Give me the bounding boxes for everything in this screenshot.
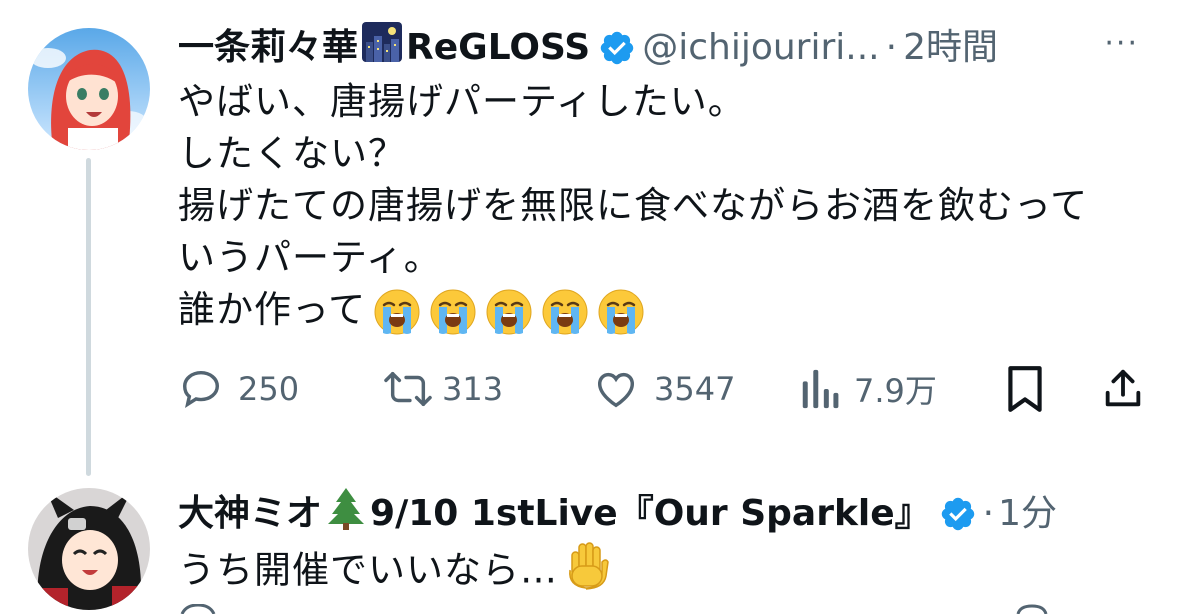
tweet1-header: 一条莉々華 ReGLOSS @ichijouriri... · 2時間 <box>178 20 998 75</box>
avatar-ookami-mio[interactable] <box>28 488 150 610</box>
raised-hand-emoji-icon <box>564 540 610 604</box>
tweet2-header: 大神ミオ 9/10 1stLive『Our Sparkle』 · 1分 <box>178 486 1057 541</box>
tweet1-separator: · <box>885 26 898 68</box>
tweet2-share-icon-partial[interactable] <box>1012 604 1052 614</box>
crying-emoji-row <box>366 288 646 334</box>
share-icon <box>1105 369 1141 407</box>
views-button[interactable]: 7.9万 <box>800 366 937 412</box>
tweet1-body: やばい、唐揚げパーティしたい。 したくない？ 揚げたての唐揚げを無限に食べながら… <box>178 76 1088 337</box>
reply-icon <box>182 370 220 409</box>
loudly-crying-face-emoji-icon <box>374 289 420 334</box>
tweet2-display-name-post[interactable]: 9/10 1stLive『Our Sparkle』 <box>370 492 931 536</box>
loudly-crying-face-emoji-icon <box>430 289 476 334</box>
share-button[interactable] <box>1100 364 1146 414</box>
reply-button[interactable]: 250 <box>178 366 299 412</box>
tweet2-separator: · <box>982 492 995 534</box>
tweet1-display-name[interactable]: 一条莉々華 <box>178 26 358 70</box>
bookmark-icon <box>1008 366 1042 412</box>
tweet1-line-5-wrap: 誰か作って <box>178 284 1088 337</box>
like-count: 3547 <box>654 370 736 408</box>
like-icon <box>597 372 635 408</box>
evergreen-tree-emoji-icon <box>326 486 366 541</box>
views-icon <box>802 369 839 409</box>
loudly-crying-face-emoji-icon <box>598 289 644 334</box>
tweet1-group-label[interactable]: ReGLOSS <box>406 26 590 70</box>
views-count: 7.9万 <box>854 372 937 410</box>
tweet1-line-1: やばい、唐揚げパーティしたい。 <box>178 80 746 123</box>
thread-connector-line <box>86 158 91 476</box>
tweet1-timestamp[interactable]: 2時間 <box>903 26 998 70</box>
repost-icon <box>384 371 432 407</box>
night-city-emoji-icon <box>360 20 404 75</box>
tweet2-text: うち開催でいいなら… <box>178 548 558 592</box>
tweet1-line-5: 誰か作って <box>178 288 367 331</box>
loudly-crying-face-emoji-icon <box>542 289 588 334</box>
bookmark-button[interactable] <box>1004 364 1046 414</box>
loudly-crying-face-emoji-icon <box>486 289 532 334</box>
repost-button[interactable]: 313 <box>382 366 503 412</box>
tweet1-line-3: 揚げたての唐揚げを無限に食べながらお酒を飲むって <box>178 184 1089 227</box>
tweet2-timestamp[interactable]: 1分 <box>998 492 1057 536</box>
verified-badge-icon <box>939 495 977 533</box>
tweet1-action-bar: 250 313 3547 7.9万 <box>178 362 1148 414</box>
repost-count: 313 <box>442 370 504 408</box>
tweet2-reply-icon-partial[interactable] <box>178 604 218 614</box>
tweet1-line-2: したくない？ <box>178 132 406 175</box>
reply-count: 250 <box>238 370 300 408</box>
tweet1-line-4: いうパーティ。 <box>178 236 442 279</box>
tweet2-line-wrap: うち開催でいいなら… <box>178 540 610 604</box>
avatar-ichijou-ririka[interactable] <box>28 28 150 150</box>
more-options-icon[interactable]: ··· <box>1104 26 1139 61</box>
tweet1-handle[interactable]: @ichijouriri... <box>642 26 879 70</box>
like-button[interactable]: 3547 <box>592 366 735 412</box>
tweet2-body: うち開催でいいなら… <box>178 540 610 604</box>
tweet2-display-name-pre[interactable]: 大神ミオ <box>178 492 322 536</box>
verified-badge-icon <box>598 29 636 67</box>
